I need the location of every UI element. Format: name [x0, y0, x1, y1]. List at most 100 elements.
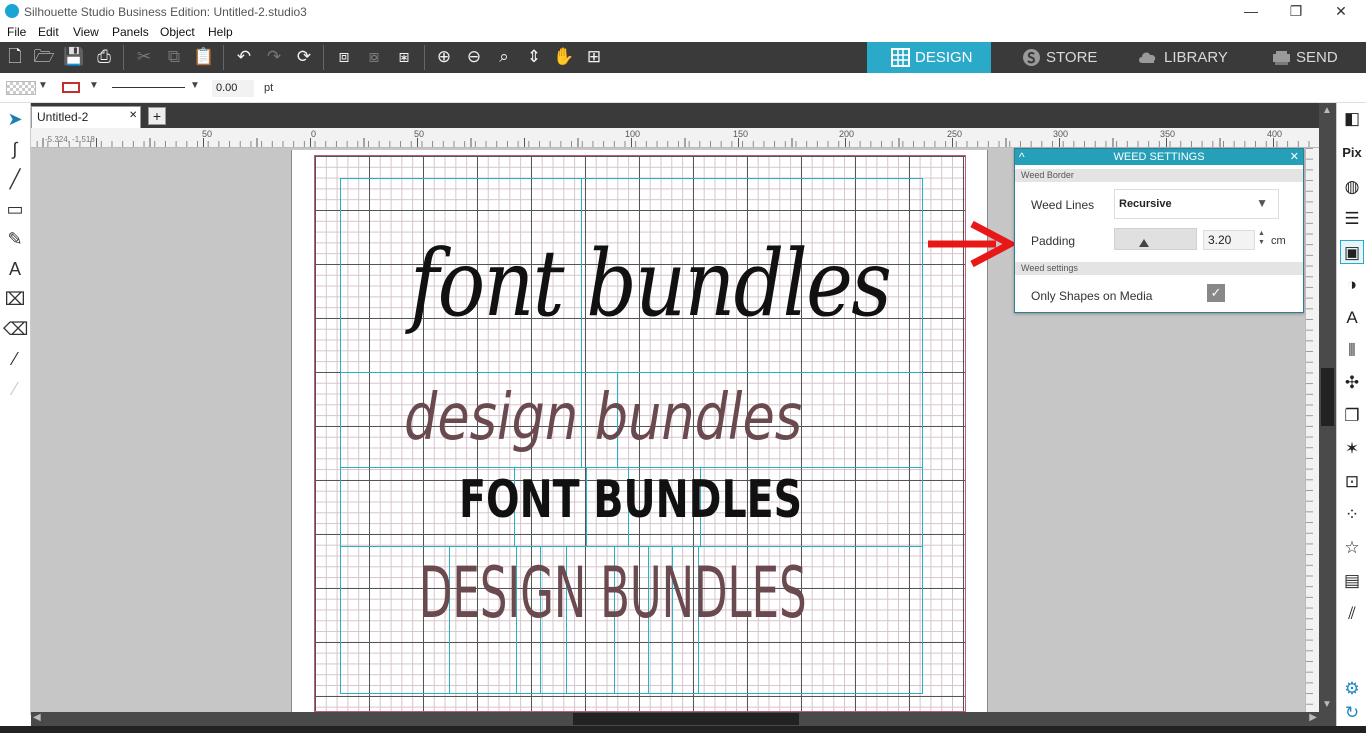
artwork-design-bundles-script[interactable]: design bundles [404, 386, 802, 450]
line-color-dropdown-icon[interactable]: ▼ [89, 80, 99, 91]
save-icon[interactable]: 💾 [63, 46, 85, 68]
ruler-label: 50 [414, 129, 425, 139]
vertical-scroll-thumb[interactable] [1321, 368, 1334, 426]
artwork-font-bundles-bold[interactable]: FONT BUNDLES [459, 474, 802, 526]
padding-input[interactable]: 3.20 [1203, 230, 1255, 250]
horizontal-scrollbar[interactable]: ◀ ▶ [31, 712, 1319, 726]
weed-lines-dropdown[interactable]: Recursive ▼ [1114, 189, 1279, 219]
pixscan-icon[interactable]: Pix [1340, 141, 1364, 165]
fill-dropdown-icon[interactable]: ▼ [38, 80, 48, 91]
favorite-star-icon[interactable]: ☆ [1340, 536, 1364, 560]
cut-icon[interactable]: ✂ [133, 46, 155, 68]
scroll-right-icon[interactable]: ▶ [1309, 712, 1317, 723]
page-setup-icon[interactable]: ◧ [1340, 107, 1364, 131]
copy-icon[interactable]: ⧉ [163, 46, 185, 68]
align-icon[interactable]: ⫴ [1340, 339, 1364, 363]
text-style-icon[interactable]: A [1340, 306, 1364, 330]
new-document-icon[interactable]: 🗋 [4, 46, 26, 68]
print-icon[interactable]: ⎙ [93, 46, 115, 68]
rectangle-tool-icon[interactable]: ▭ [3, 197, 27, 221]
document-tab-close-icon[interactable]: ✕ [129, 110, 137, 121]
horizontal-scroll-thumb[interactable] [573, 713, 799, 725]
vertical-scrollbar[interactable]: ▲ ▼ [1319, 103, 1336, 726]
modify-star-icon[interactable]: ✶ [1340, 437, 1364, 461]
line-tool-icon[interactable]: ╱ [3, 167, 27, 191]
scroll-down-icon[interactable]: ▼ [1322, 699, 1332, 710]
line-style-preview[interactable] [112, 87, 185, 88]
line-width-unit: pt [264, 82, 274, 94]
tab-send[interactable]: SEND [1248, 42, 1366, 73]
transform-icon[interactable]: ✣ [1340, 371, 1364, 395]
weed-panel-close-icon[interactable]: ✕ [1290, 149, 1299, 165]
padding-slider[interactable] [1114, 228, 1197, 250]
zoom-in-icon[interactable]: ⊕ [433, 46, 455, 68]
eraser-tool-icon[interactable]: ⌫ [3, 317, 28, 341]
slider-handle-icon[interactable] [1139, 239, 1149, 247]
weed-settings-icon[interactable]: ▣ [1340, 240, 1364, 264]
menu-help[interactable]: Help [208, 25, 233, 39]
zoom-out-icon[interactable]: ⊖ [463, 46, 485, 68]
sketch-pen-icon[interactable]: ⁄ [3, 377, 27, 401]
scroll-up-icon[interactable]: ▲ [1322, 105, 1332, 116]
layers-icon[interactable]: ▤ [1340, 569, 1364, 593]
close-button[interactable]: ✕ [1318, 0, 1364, 24]
add-page-icon[interactable]: ⊞ [583, 46, 605, 68]
minimize-button[interactable]: — [1228, 0, 1274, 24]
menu-panels[interactable]: Panels [112, 25, 149, 39]
paste-icon[interactable]: 📋 [193, 46, 215, 68]
replicate-icon[interactable]: ❐ [1340, 404, 1364, 428]
red-arrow-icon [928, 220, 1016, 268]
artwork-font-bundles-script[interactable]: font bundles [410, 238, 892, 330]
document-tab-label: Untitled-2 [37, 110, 89, 124]
zoom-select-icon[interactable]: ⌕ [493, 46, 515, 68]
only-shapes-checkbox[interactable]: ✓ [1207, 284, 1225, 302]
artwork-design-bundles-condensed[interactable]: DESIGN BUNDLES [419, 558, 807, 628]
select-arrow-icon[interactable]: ➤ [3, 107, 27, 131]
line-style-icon[interactable]: ☰ [1340, 207, 1364, 231]
menu-file[interactable]: File [7, 25, 26, 39]
only-shapes-label: Only Shapes on Media [1031, 289, 1153, 303]
group-icon[interactable]: ⧈ [333, 46, 355, 68]
refresh-icon[interactable]: ↻ [1340, 701, 1364, 725]
menu-view[interactable]: View [73, 25, 99, 39]
point-edit-icon[interactable]: ∫ [3, 137, 27, 161]
color-palette-icon[interactable]: ◍ [1340, 175, 1364, 199]
tab-store[interactable]: STORE [998, 42, 1116, 73]
pan-hand-icon[interactable]: ✋ [553, 46, 575, 68]
weed-lines-label: Weed Lines [1031, 198, 1095, 212]
padding-label: Padding [1031, 234, 1076, 248]
ungroup-icon[interactable]: ⧇ [363, 46, 385, 68]
padding-stepper[interactable]: ▲ ▼ [1258, 229, 1265, 247]
settings-gear-icon[interactable]: ⚙ [1340, 677, 1364, 701]
redo-icon[interactable]: ↷ [263, 46, 285, 68]
select-all-icon[interactable]: ⧆ [393, 46, 415, 68]
trace-dots-icon[interactable]: ⁘ [1340, 503, 1364, 527]
line-color-swatch[interactable] [62, 82, 80, 93]
sketch-icon[interactable]: ⫽ [1340, 602, 1364, 626]
line-width-input[interactable]: 0.00 [212, 80, 254, 97]
collapse-chevron-icon[interactable]: ^ [1019, 149, 1025, 165]
undo-icon[interactable]: ↶ [233, 46, 255, 68]
open-folder-icon[interactable]: 🗁 [33, 46, 55, 68]
knife-tool-icon[interactable]: ⌧ [3, 287, 27, 311]
text-tool-icon[interactable]: A [3, 257, 27, 281]
line-style-dropdown-icon[interactable]: ▼ [190, 80, 200, 91]
weed-settings-header: ^ WEED SETTINGS ✕ [1015, 149, 1303, 165]
store-icon [1023, 49, 1040, 66]
offset-icon[interactable]: ⊡ [1340, 470, 1364, 494]
menu-edit[interactable]: Edit [38, 25, 59, 39]
eyedropper-icon[interactable]: ⁄ [3, 347, 27, 371]
fill-color-swatch[interactable] [6, 81, 36, 95]
restore-button[interactable]: ❐ [1273, 0, 1319, 24]
tab-design[interactable]: DESIGN [867, 42, 991, 73]
fit-to-page-icon[interactable]: ⇕ [523, 46, 545, 68]
add-tab-button[interactable]: + [148, 107, 166, 125]
redraw-icon[interactable]: ⟳ [293, 46, 315, 68]
tab-library[interactable]: LIBRARY [1116, 42, 1234, 73]
top-ruler: -5.324, -1.518 50 0 50 100 150 200 250 3… [31, 128, 1336, 148]
menu-object[interactable]: Object [160, 25, 195, 39]
pencil-tool-icon[interactable]: ✎ [3, 227, 27, 251]
document-tab[interactable]: Untitled-2 ✕ [31, 106, 141, 128]
fill-gradient-icon[interactable]: ◑ [1340, 273, 1364, 297]
scroll-left-icon[interactable]: ◀ [33, 712, 41, 723]
